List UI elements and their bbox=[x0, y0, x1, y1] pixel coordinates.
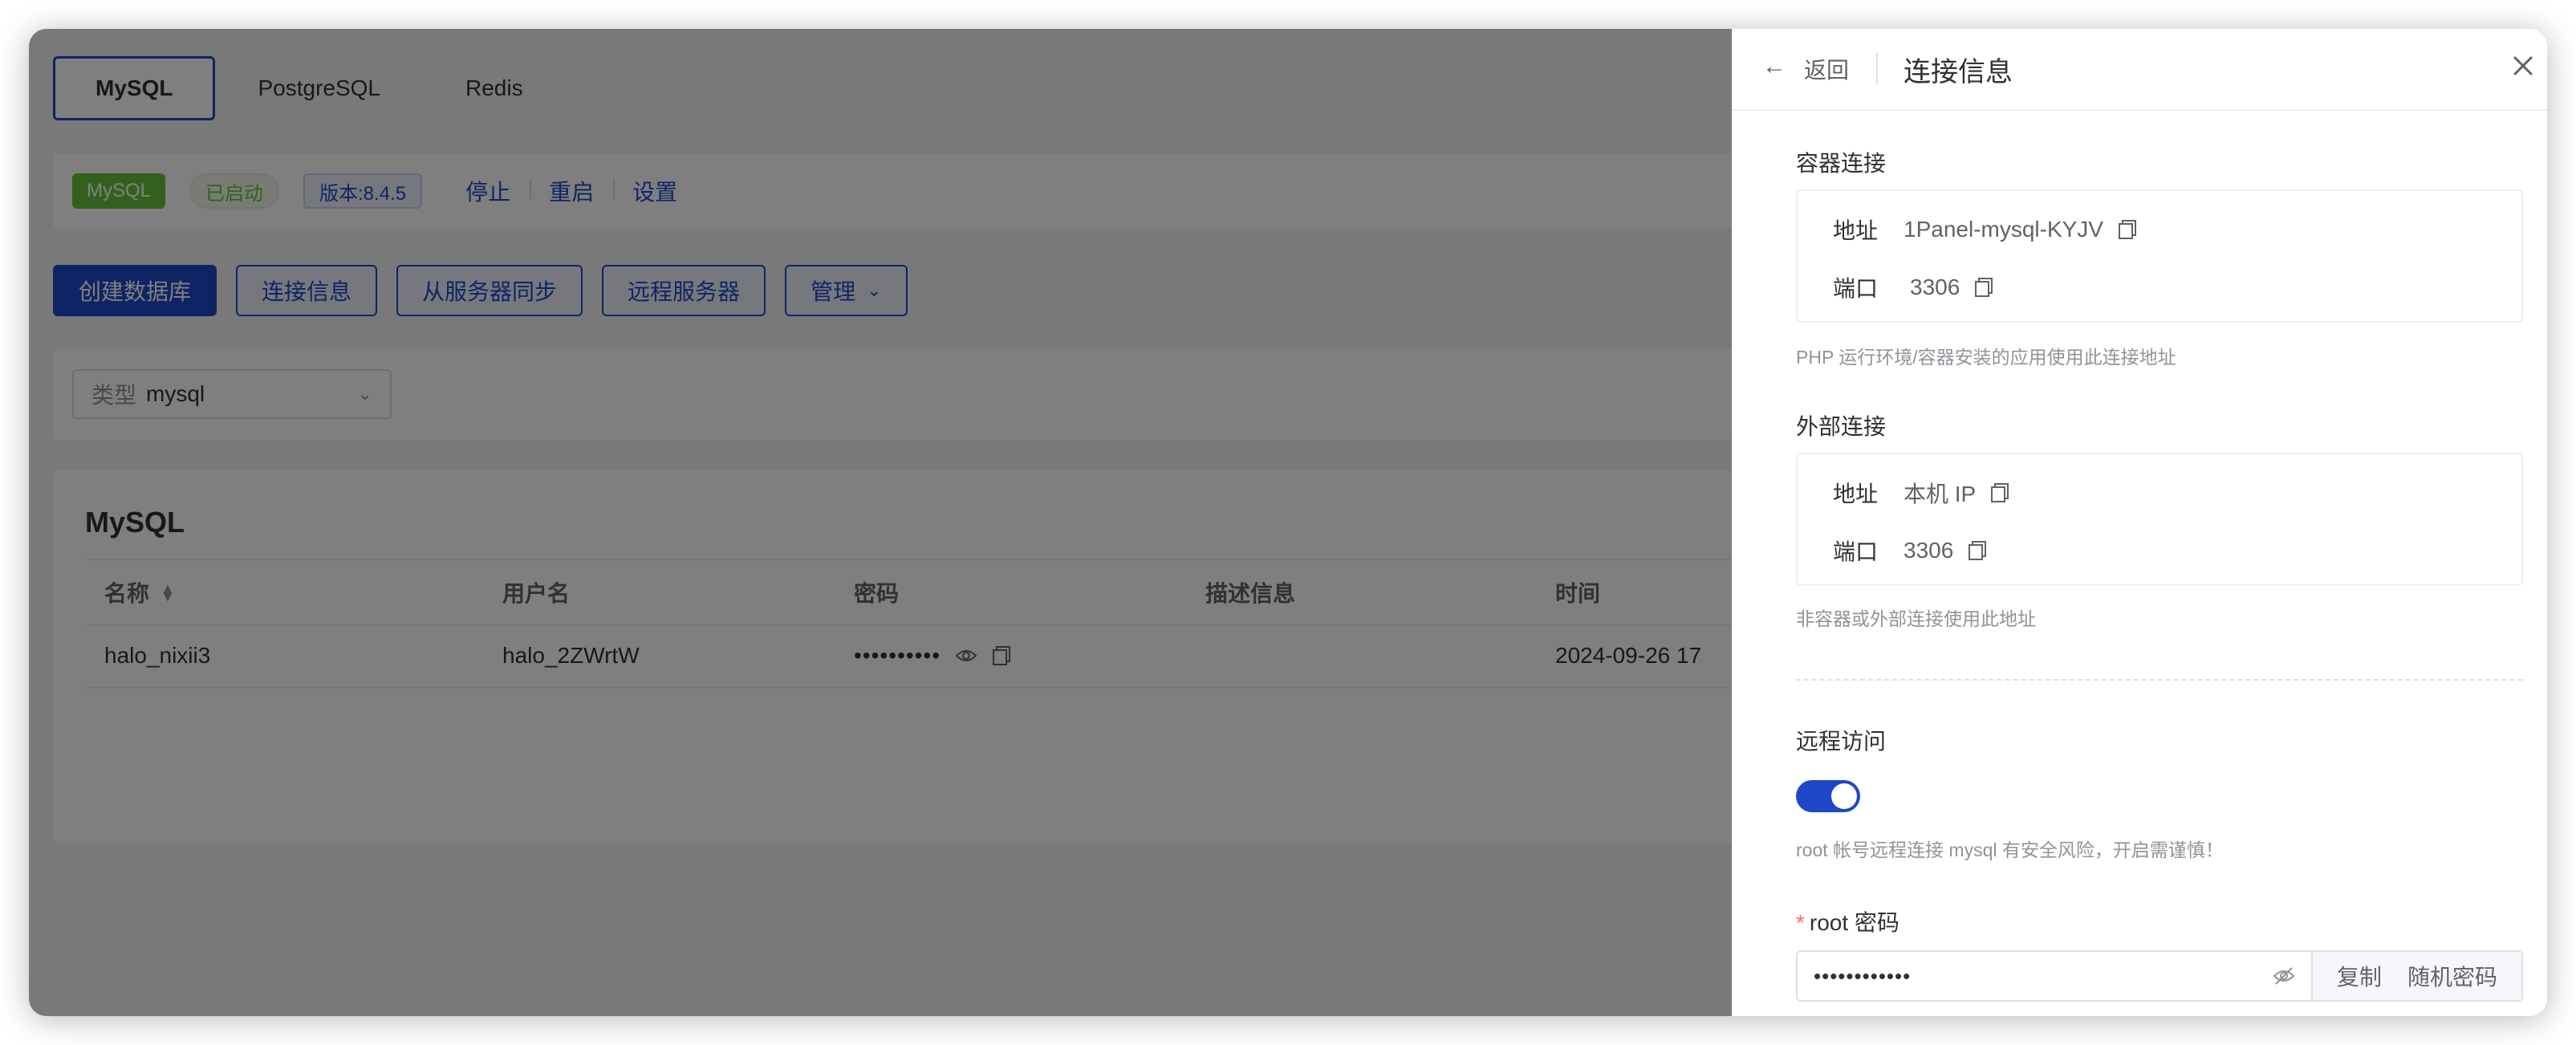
address-key: 地址 bbox=[1833, 218, 1879, 243]
container-connection-hint: PHP 运行环境/容器安装的应用使用此连接地址 bbox=[1796, 347, 2176, 368]
copy-icon[interactable] bbox=[1968, 540, 1987, 561]
remote-access-toggle[interactable] bbox=[1796, 780, 1860, 812]
header-divider bbox=[1876, 53, 1878, 83]
container-port-value: 3306 bbox=[1910, 274, 1960, 299]
root-password-label: * root 密码 bbox=[1796, 905, 1899, 937]
port-key: 端口 bbox=[1833, 276, 1879, 301]
address-key: 地址 bbox=[1833, 482, 1879, 506]
back-button[interactable]: 返回 bbox=[1804, 53, 1849, 85]
copy-password-button[interactable]: 复制 bbox=[2323, 952, 2395, 1000]
required-mark: * bbox=[1796, 910, 1805, 935]
external-port-row: 端口 3306 bbox=[1833, 535, 1987, 567]
toggle-knob bbox=[1831, 783, 1857, 809]
drawer-title: 连接信息 bbox=[1904, 57, 2013, 87]
modal-overlay[interactable] bbox=[29, 29, 1732, 1016]
section-divider bbox=[1796, 679, 2523, 681]
random-password-button[interactable]: 随机密码 bbox=[2394, 952, 2510, 1000]
container-connection-label: 容器连接 bbox=[1796, 151, 1887, 176]
copy-icon[interactable] bbox=[1990, 482, 2009, 503]
password-actions: 复制 随机密码 bbox=[2310, 952, 2521, 1000]
root-password-mask: •••••••••••• bbox=[1814, 963, 1912, 988]
root-password-label-text: root 密码 bbox=[1809, 910, 1899, 935]
drawer-header: ← 返回 连接信息 bbox=[1732, 29, 2547, 111]
remote-access-label: 远程访问 bbox=[1796, 729, 1887, 754]
connection-info-drawer: ← 返回 连接信息 容器连接 地址 1Panel-mysql-KYJV 端口 3… bbox=[1732, 29, 2547, 1016]
external-connection-hint: 非容器或外部连接使用此地址 bbox=[1796, 608, 2036, 629]
container-address-value: 1Panel-mysql-KYJV bbox=[1904, 217, 2103, 242]
root-password-group: •••••••••••• 复制 随机密码 bbox=[1796, 950, 2523, 1002]
app-window: MySQL PostgreSQL Redis MySQL 已启动 版本:8.4.… bbox=[29, 29, 2547, 1016]
copy-icon[interactable] bbox=[2118, 219, 2137, 240]
eye-off-icon[interactable] bbox=[2273, 965, 2295, 987]
port-key: 端口 bbox=[1833, 539, 1879, 564]
copy-icon[interactable] bbox=[1974, 277, 1993, 298]
external-port-value: 3306 bbox=[1904, 538, 1954, 563]
container-address-row: 地址 1Panel-mysql-KYJV bbox=[1833, 213, 2137, 246]
external-address-row: 地址 本机 IP bbox=[1833, 477, 2009, 509]
external-connection-box: 地址 本机 IP 端口 3306 bbox=[1796, 453, 2523, 586]
external-connection-label: 外部连接 bbox=[1796, 414, 1887, 439]
external-address-value: 本机 IP bbox=[1904, 482, 1977, 506]
container-port-row: 端口 3306 bbox=[1833, 271, 1993, 303]
back-arrow-icon[interactable]: ← bbox=[1762, 53, 1786, 80]
remote-access-hint: root 帐号远程连接 mysql 有安全风险，开启需谨慎！ bbox=[1796, 840, 2224, 860]
close-icon[interactable] bbox=[2504, 47, 2542, 85]
root-password-input[interactable]: •••••••••••• bbox=[1798, 952, 2311, 1000]
container-connection-box: 地址 1Panel-mysql-KYJV 端口 3306 bbox=[1796, 189, 2523, 323]
